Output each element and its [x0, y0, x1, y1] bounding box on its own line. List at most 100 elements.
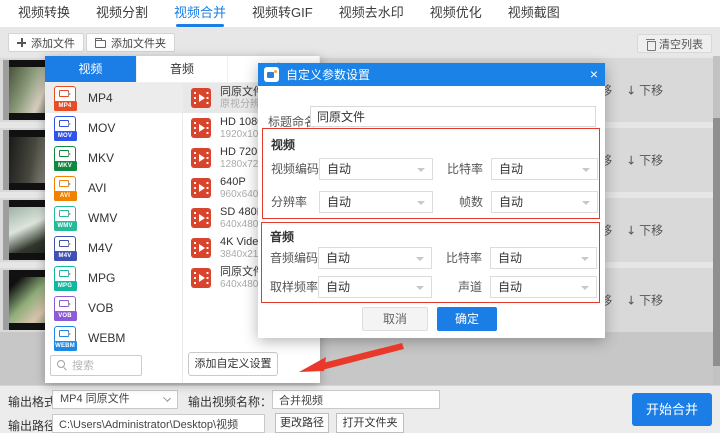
- mp4-file-icon: MP4: [53, 85, 77, 111]
- move-down-button[interactable]: ↓ 下移: [626, 152, 663, 169]
- output-format-select[interactable]: MP4 同原文件: [52, 390, 178, 409]
- mpg-file-icon: MPG: [53, 265, 77, 291]
- audio-section-title: 音频: [270, 230, 295, 244]
- output-format-label: 输出格式: [8, 395, 57, 409]
- format-item-avi[interactable]: AVI AVI: [45, 173, 182, 203]
- video-codec-label: 视频编码: [271, 162, 320, 176]
- format-item-mpg[interactable]: MPG MPG: [45, 263, 182, 293]
- film-icon: [191, 268, 211, 288]
- vob-file-icon: VOB: [53, 295, 77, 321]
- clear-list-label: 清空列表: [659, 38, 703, 51]
- m4v-file-icon: M4V: [53, 235, 77, 261]
- search-input[interactable]: [72, 359, 132, 372]
- start-merge-button[interactable]: 开始合并: [632, 393, 712, 426]
- add-folder-button[interactable]: 添加文件夹: [86, 33, 175, 52]
- add-folder-label: 添加文件夹: [111, 37, 166, 50]
- panel-tab-audio[interactable]: 音频: [136, 56, 229, 82]
- open-folder-button[interactable]: 打开文件夹: [336, 413, 404, 433]
- tab-video-split[interactable]: 视频分割: [96, 0, 148, 28]
- plus-icon: [17, 38, 26, 47]
- format-list: MP4 MP4 MOV MOV MKV MKV AVI AVI WMV WMV …: [45, 83, 182, 353]
- channels-label: 声道: [457, 280, 482, 294]
- wmv-file-icon: WMV: [53, 205, 77, 231]
- add-file-label: 添加文件: [31, 37, 75, 50]
- search-icon: [57, 360, 68, 371]
- arrow-down-icon: ↓: [626, 223, 637, 237]
- audio-section: 音频 音频编码 自动 比特率 自动 取样频率 自动 声道 自动: [261, 222, 600, 303]
- custom-params-dialog: 自定义参数设置 × 标题命名 视频 视频编码 自动 比特率 自动 分辨率 自动 …: [258, 63, 605, 338]
- app-logo-icon: [264, 67, 279, 82]
- format-label: MOV: [88, 121, 116, 135]
- format-item-mp4[interactable]: MP4 MP4: [45, 83, 182, 113]
- video-section: 视频 视频编码 自动 比特率 自动 分辨率 自动 帧数 自动: [262, 128, 600, 219]
- tab-video-to-gif[interactable]: 视频转GIF: [252, 0, 313, 28]
- format-label: AVI: [88, 181, 107, 195]
- format-label: WEBM: [88, 331, 126, 345]
- main-tab-bar: 视频转换 视频分割 视频合并 视频转GIF 视频去水印 视频优化 视频截图: [0, 0, 720, 28]
- list-scrollbar[interactable]: [713, 56, 720, 385]
- webm-file-icon: WEBM: [53, 325, 77, 351]
- output-path-input[interactable]: [52, 414, 265, 433]
- film-icon: [191, 208, 211, 228]
- tab-video-convert[interactable]: 视频转换: [18, 0, 70, 28]
- scrollbar-thumb[interactable]: [713, 118, 720, 366]
- tab-video-screenshot[interactable]: 视频截图: [508, 0, 560, 28]
- framerate-select[interactable]: 自动: [491, 191, 598, 213]
- format-item-vob[interactable]: VOB VOB: [45, 293, 182, 323]
- move-down-label: 下移: [639, 153, 664, 168]
- tab-video-watermark-remove[interactable]: 视频去水印: [339, 0, 404, 28]
- clear-list-button[interactable]: 清空列表: [637, 34, 712, 53]
- move-down-button[interactable]: ↓ 下移: [626, 292, 663, 309]
- app-window: 视频转换 视频分割 视频合并 视频转GIF 视频去水印 视频优化 视频截图 添加…: [0, 0, 720, 433]
- format-label: MKV: [88, 151, 115, 165]
- format-item-wmv[interactable]: WMV WMV: [45, 203, 182, 233]
- audio-bitrate-label: 比特率: [445, 251, 482, 265]
- output-name-input[interactable]: [272, 390, 440, 409]
- output-name-label: 输出视频名称：: [188, 395, 273, 409]
- arrow-down-icon: ↓: [626, 153, 637, 167]
- channels-select[interactable]: 自动: [490, 276, 597, 298]
- resolution-name: 640P: [220, 175, 246, 188]
- confirm-button[interactable]: 确定: [437, 307, 497, 331]
- resolution-label: 分辨率: [271, 195, 308, 209]
- tab-video-merge[interactable]: 视频合并: [174, 0, 226, 28]
- resolution-select[interactable]: 自动: [319, 191, 433, 213]
- video-bitrate-label: 比特率: [446, 162, 483, 176]
- add-file-button[interactable]: 添加文件: [8, 33, 84, 52]
- dialog-title: 自定义参数设置: [286, 68, 371, 82]
- dialog-title-bar[interactable]: 自定义参数设置 ×: [258, 63, 605, 86]
- chevron-down-icon: [163, 394, 171, 402]
- format-search-box[interactable]: [50, 355, 142, 376]
- film-icon: [191, 238, 211, 258]
- tab-video-optimize[interactable]: 视频优化: [430, 0, 482, 28]
- sample-rate-label: 取样频率: [270, 280, 319, 294]
- video-codec-select[interactable]: 自动: [319, 158, 433, 180]
- film-icon: [191, 118, 211, 138]
- move-down-button[interactable]: ↓ 下移: [626, 222, 663, 239]
- change-path-button[interactable]: 更改路径: [275, 413, 329, 433]
- sample-rate-select[interactable]: 自动: [318, 276, 432, 298]
- folder-icon: [95, 37, 106, 48]
- video-bitrate-select[interactable]: 自动: [491, 158, 598, 180]
- format-item-m4v[interactable]: M4V M4V: [45, 233, 182, 263]
- format-label: MPG: [88, 271, 116, 285]
- panel-tab-video[interactable]: 视频: [45, 56, 137, 82]
- format-item-mkv[interactable]: MKV MKV: [45, 143, 182, 173]
- move-down-button[interactable]: ↓ 下移: [626, 82, 663, 99]
- dialog-buttons: 取消 确定: [258, 307, 605, 333]
- format-label: M4V: [88, 241, 113, 255]
- framerate-label: 帧数: [458, 195, 483, 209]
- format-label: MP4: [88, 91, 113, 105]
- audio-bitrate-select[interactable]: 自动: [490, 247, 597, 269]
- output-format-value: MP4 同原文件: [60, 393, 130, 405]
- audio-codec-select[interactable]: 自动: [318, 247, 432, 269]
- arrow-down-icon: ↓: [626, 83, 637, 97]
- annotation-arrow: [299, 343, 404, 372]
- add-custom-setting-button[interactable]: 添加自定义设置: [188, 352, 278, 376]
- close-icon[interactable]: ×: [583, 63, 605, 86]
- format-label: WMV: [88, 211, 118, 225]
- title-name-input[interactable]: [310, 106, 596, 127]
- format-item-webm[interactable]: WEBM WEBM: [45, 323, 182, 353]
- cancel-button[interactable]: 取消: [362, 307, 428, 331]
- format-item-mov[interactable]: MOV MOV: [45, 113, 182, 143]
